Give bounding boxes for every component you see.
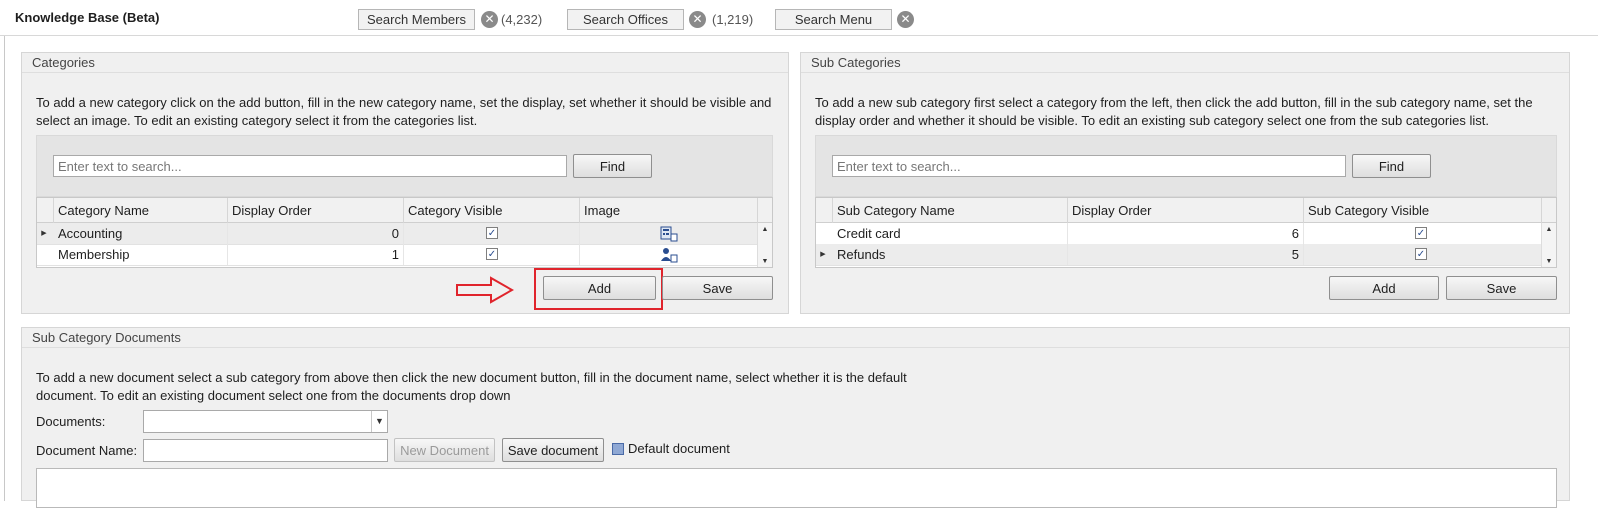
column-header[interactable]: Category Visible [404,198,580,223]
category-name-cell[interactable]: Accounting [54,223,228,244]
chevron-down-icon[interactable]: ▼ [371,411,387,432]
documents-description: To add a new document select a sub categ… [36,370,907,403]
table-row[interactable]: ▶ Refunds 5 ✓ [816,244,1556,266]
divider [22,347,1569,348]
display-order-cell[interactable]: 1 [228,244,404,265]
subcategories-search-input[interactable]: Enter text to search... [832,155,1346,177]
search-menu-button[interactable]: Search Menu [775,9,892,30]
user-icon [661,248,678,263]
documents-title: Sub Category Documents [32,330,181,345]
divider [801,72,1569,73]
display-order-cell[interactable]: 6 [1068,223,1304,244]
close-icon[interactable]: ✕ [481,11,498,28]
categories-search-input[interactable]: Enter text to search... [53,155,567,177]
grid-header: Sub Category Name Display Order Sub Cate… [816,198,1556,223]
categories-find-button[interactable]: Find [573,154,652,178]
table-row[interactable]: Membership 1 ✓ [37,244,772,266]
image-cell[interactable] [580,244,758,265]
offices-count: (1,219) [712,12,754,27]
row-pointer-icon: ▶ [820,251,826,258]
close-icon[interactable]: ✕ [897,11,914,28]
visible-cell[interactable]: ✓ [404,244,580,265]
grid-scrollbar[interactable]: ▲ ▼ [757,223,772,267]
image-cell[interactable] [580,223,758,244]
document-content-area[interactable] [36,468,1557,508]
display-order-cell[interactable]: 5 [1068,244,1304,265]
display-order-cell[interactable]: 0 [228,223,404,244]
divider [4,36,5,501]
subcategories-add-button[interactable]: Add [1329,276,1439,300]
categories-title: Categories [32,55,95,70]
categories-add-button[interactable]: Add [543,276,656,300]
app-title: Knowledge Base (Beta) [15,10,160,25]
visible-cell[interactable]: ✓ [1304,223,1542,244]
category-name-cell[interactable]: Membership [54,244,228,265]
documents-label: Documents: [36,414,106,429]
visible-checkbox[interactable]: ✓ [1415,227,1427,239]
column-header[interactable]: Display Order [228,198,404,223]
table-row[interactable]: Credit card 6 ✓ [816,223,1556,245]
visible-checkbox[interactable]: ✓ [486,248,498,260]
members-count: (4,232) [501,12,543,27]
subcategory-name-cell[interactable]: Credit card [833,223,1068,244]
row-selector-header [816,198,833,223]
grid-scrollbar[interactable]: ▲ ▼ [1541,223,1556,267]
column-header[interactable]: Display Order [1068,198,1304,223]
search-offices-button[interactable]: Search Offices [567,9,684,30]
default-document-checkbox[interactable] [612,443,624,455]
subcategories-description: To add a new sub category first select a… [815,95,1533,128]
categories-save-button[interactable]: Save [662,276,773,300]
column-header[interactable]: Image [580,198,758,223]
scroll-down-icon[interactable]: ▼ [758,258,772,265]
scroll-up-icon[interactable]: ▲ [758,226,772,233]
row-selector-header [37,198,54,223]
subcategory-name-cell[interactable]: Refunds [833,244,1068,265]
search-members-button[interactable]: Search Members [358,9,475,30]
visible-cell[interactable]: ✓ [404,223,580,244]
column-header[interactable]: Sub Category Name [833,198,1068,223]
subcategories-find-button[interactable]: Find [1352,154,1431,178]
visible-checkbox[interactable]: ✓ [1415,248,1427,260]
report-icon [660,226,678,242]
categories-description: To add a new category click on the add b… [36,95,772,128]
save-document-button[interactable]: Save document [502,438,604,462]
categories-grid: Category Name Display Order Category Vis… [36,197,773,268]
grid-header: Category Name Display Order Category Vis… [37,198,772,223]
visible-cell[interactable]: ✓ [1304,244,1542,265]
visible-checkbox[interactable]: ✓ [486,227,498,239]
table-row[interactable]: ▶ Accounting 0 ✓ [37,223,772,245]
documents-dropdown[interactable] [143,410,388,433]
scroll-up-icon[interactable]: ▲ [1542,226,1556,233]
default-document-label: Default document [628,441,730,456]
subcategories-save-button[interactable]: Save [1446,276,1557,300]
document-name-label: Document Name: [36,443,138,458]
document-name-input[interactable] [143,439,388,462]
row-pointer-icon: ▶ [41,230,47,237]
column-header[interactable]: Sub Category Visible [1304,198,1542,223]
close-icon[interactable]: ✕ [689,11,706,28]
new-document-button[interactable]: New Document [394,438,495,462]
subcategories-title: Sub Categories [811,55,901,70]
column-header[interactable]: Category Name [54,198,228,223]
subcategories-grid: Sub Category Name Display Order Sub Cate… [815,197,1557,268]
divider [22,72,788,73]
scroll-down-icon[interactable]: ▼ [1542,258,1556,265]
arrow-annotation-icon [456,276,515,304]
